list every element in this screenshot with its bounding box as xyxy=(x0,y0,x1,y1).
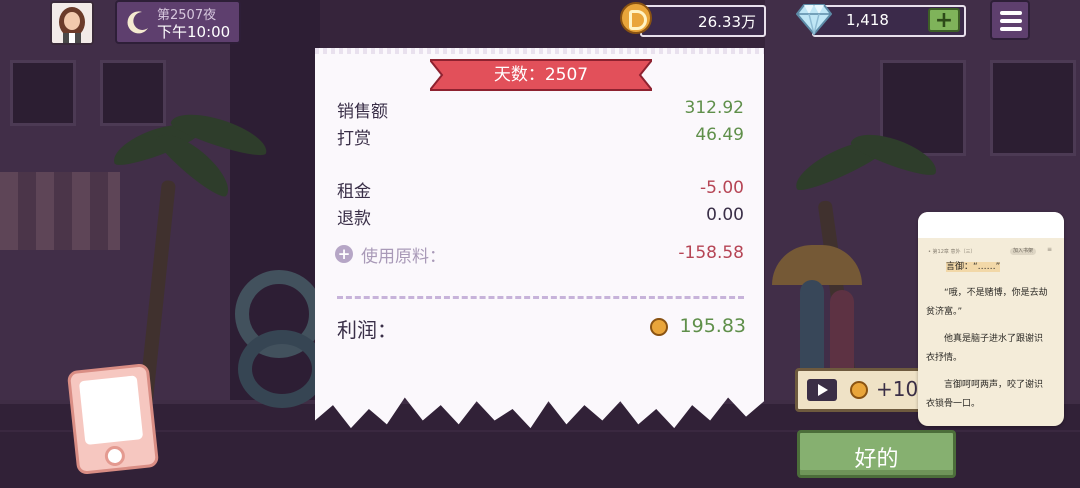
ingredients-label[interactable]: 使用原料： xyxy=(361,242,446,267)
profit-label: 利润： xyxy=(337,318,397,342)
ad-reward-amount: +10 xyxy=(876,377,919,401)
reader-text-line: 言御：“……” xyxy=(926,258,1056,277)
reader-text: 言御：“……” xyxy=(946,262,1001,272)
menu-icon-bar xyxy=(1000,27,1022,31)
coin-icon xyxy=(620,2,652,34)
tips-value: 46.49 xyxy=(695,125,744,145)
coin-balance: 26.33万 xyxy=(640,5,766,37)
reader-chapter-title: • 第12章 意外（三） xyxy=(928,249,976,255)
diamond-icon xyxy=(796,4,832,36)
add-gems-button[interactable]: + xyxy=(928,8,960,32)
add-to-shelf-button[interactable]: 加入书架 xyxy=(1010,248,1036,255)
reader-text-line: 贫济富。” xyxy=(926,307,963,317)
refund-value: 0.00 xyxy=(706,205,744,225)
ok-button-label: 好的 xyxy=(854,447,899,472)
avatar-portrait-icon xyxy=(52,3,92,43)
rent-value: -5.00 xyxy=(700,178,744,198)
sales-value: 312.92 xyxy=(684,98,744,118)
profit-value: 195.83 xyxy=(679,315,746,337)
reader-header xyxy=(918,212,1064,238)
day-title: 天数：2507 xyxy=(493,65,589,85)
watch-ad-reward-button[interactable]: +10 xyxy=(795,368,935,412)
gem-balance: 1,418 + xyxy=(812,5,966,37)
game-time: 下午10:00 xyxy=(157,23,231,41)
coin-icon xyxy=(850,381,868,399)
coin-amount: 26.33万 xyxy=(698,13,756,31)
reader-text-line: “哦，不是赌博，你是去劫 xyxy=(944,288,1048,298)
main-menu-button[interactable] xyxy=(990,0,1030,40)
menu-icon-bar xyxy=(1000,19,1022,23)
ok-button[interactable]: 好的 xyxy=(797,430,956,478)
phone-button[interactable] xyxy=(66,362,160,476)
refund-label: 退款 xyxy=(337,209,371,229)
tips-label: 打赏 xyxy=(337,129,371,149)
reader-text-line: 他真是脑子进水了跟谢识 xyxy=(944,334,1044,344)
receipt-divider xyxy=(337,296,744,299)
ingredients-value: -158.58 xyxy=(678,243,744,263)
coin-icon xyxy=(650,318,668,336)
moon-icon xyxy=(127,11,148,34)
gem-amount: 1,418 xyxy=(846,11,889,29)
sales-label: 销售额 xyxy=(337,102,388,122)
rent-label: 租金 xyxy=(337,182,371,202)
day-night-panel: 第2507夜 下午10:00 xyxy=(115,0,241,44)
menu-icon-bar xyxy=(1000,11,1022,15)
floating-novel-reader[interactable]: • 第12章 意外（三） 加入书架 ≡ 言御：“……” “哦，不是赌博，你是去劫… xyxy=(918,212,1064,426)
video-play-icon xyxy=(807,379,837,401)
phone-home-icon xyxy=(103,445,126,467)
reader-text-line: 衣锁骨一口。 xyxy=(926,399,981,409)
more-icon[interactable]: ≡ xyxy=(1047,246,1052,253)
reader-text-line: 衣抒情。 xyxy=(926,353,963,363)
expand-ingredients-icon[interactable]: + xyxy=(335,245,353,263)
phone-screen xyxy=(78,375,144,446)
player-avatar[interactable] xyxy=(50,1,94,45)
reader-text-line: 言御呵呵两声，咬了谢识 xyxy=(944,380,1044,390)
